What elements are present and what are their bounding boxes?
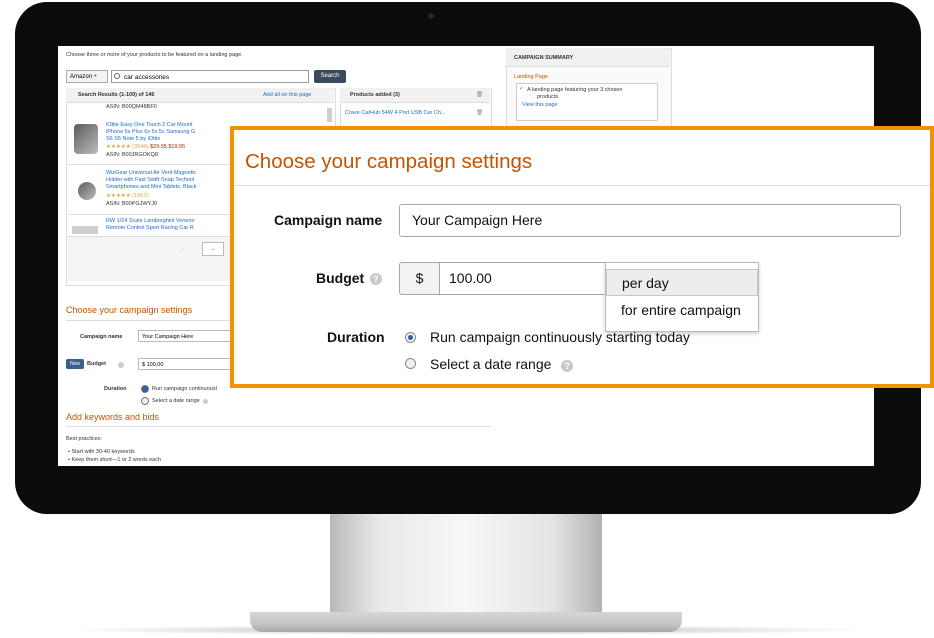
new-badge: New <box>66 359 84 369</box>
radio-date-range[interactable] <box>405 358 416 369</box>
search-input[interactable]: car accessories <box>111 70 309 83</box>
duration-option-1[interactable]: Run campaign continuousl <box>152 386 217 392</box>
rating-stars: ★★★★★ (3544) <box>106 144 149 150</box>
bullet-text: Start with 30-40 keywords <box>71 449 135 455</box>
budget-label: Budget <box>316 270 365 286</box>
info-icon[interactable] <box>118 362 124 368</box>
scrollbar[interactable] <box>327 108 332 122</box>
info-icon[interactable]: ? <box>561 360 573 372</box>
campaign-summary-title: CAMPAIGN SUMMARY <box>514 55 574 61</box>
settings-heading: Choose your campaign settings <box>66 305 193 315</box>
view-page-link[interactable]: View this page <box>522 102 558 108</box>
radio-selected[interactable] <box>141 385 149 393</box>
callout-title: Choose your campaign settings <box>245 150 533 173</box>
duration-option-date-range[interactable]: Select a date range <box>430 356 551 372</box>
price: $29.95 $19.95 <box>150 144 186 150</box>
summary-text: products <box>537 94 559 100</box>
search-button[interactable]: Search <box>314 70 346 83</box>
result-line[interactable]: Remote Control Sport Racing Car R <box>106 225 194 231</box>
result-title[interactable]: iOttie Easy One Touch 2 Car Mount <box>106 122 192 128</box>
trash-icon[interactable]: 🗑 <box>476 92 483 98</box>
trash-icon[interactable]: 🗑 <box>476 110 483 116</box>
camera-icon <box>428 13 434 19</box>
campaign-name-label: Campaign name <box>274 212 383 228</box>
callout-divider <box>234 185 930 186</box>
summary-text: A landing page featuring your 3 chosen <box>527 87 623 93</box>
best-practices-label: Best practices: <box>66 436 103 442</box>
info-icon[interactable] <box>203 399 208 404</box>
asin-text: ASIN: B00QM48BF0 <box>106 104 157 110</box>
result-line[interactable]: Holder with Fast Swift-Snap Technol <box>106 177 194 183</box>
duration-label: Duration <box>104 386 127 392</box>
radio-unselected[interactable] <box>141 397 149 405</box>
bullet-text: Keep them short—1 or 2 words each <box>71 457 162 463</box>
product-thumbnail <box>78 182 96 200</box>
duration-option-2[interactable]: Select a date range <box>152 398 200 404</box>
product-added-item[interactable]: Crave CarHub 54W 4 Port USB Car Ch... <box>345 110 446 116</box>
summary-section-title: Landing Page <box>514 74 548 80</box>
dropdown-option-entire-campaign[interactable]: for entire campaign <box>606 297 758 324</box>
add-all-link[interactable]: Add all on this page <box>263 92 311 98</box>
asin-text: ASIN: B00PGJWYJ0 <box>106 201 158 207</box>
checkmark-icon: ✓ <box>519 86 524 92</box>
bullet-item: • Start with 30-40 keywords <box>68 449 135 455</box>
currency-symbol: $ <box>399 262 439 295</box>
monitor-stand-neck <box>330 512 602 614</box>
campaign-name-field[interactable]: Your Campaign Here <box>138 330 232 342</box>
intro-text: Choose three or more of your products to… <box>66 52 243 58</box>
budget-field[interactable]: $ 100.00 <box>138 358 232 370</box>
bullet-item: • Keep them short—1 or 2 words each <box>68 457 162 463</box>
search-icon <box>114 73 120 79</box>
info-icon[interactable]: ? <box>370 273 382 285</box>
result-line[interactable]: Smartphones and Mini Tablets, Black <box>106 184 196 190</box>
divider <box>66 426 491 427</box>
campaign-name-label: Campaign name <box>80 334 123 340</box>
results-count: Search Results (1-100) of 146 <box>78 92 155 98</box>
result-title[interactable]: RW 1/24 Scale Lamborghini Veneno <box>106 218 195 224</box>
result-line[interactable]: S6 S5 Note 5 by iOttie <box>106 136 160 142</box>
products-added-title: Products added (3) <box>350 92 400 98</box>
budget-input[interactable]: 100.00 <box>439 262 609 295</box>
pager-prev-button[interactable]: ← <box>181 246 187 252</box>
duration-label: Duration <box>327 329 385 345</box>
source-select-value: Amazon <box>70 74 93 80</box>
product-thumbnail <box>72 226 98 234</box>
dropdown-option-per-day[interactable]: per day <box>606 269 758 296</box>
keywords-heading: Add keywords and bids <box>66 412 160 422</box>
result-line[interactable]: iPhone 6s Plus 6s 5s 5c Samsung G <box>106 129 195 135</box>
pager-next-button[interactable]: → <box>202 242 224 256</box>
product-thumbnail <box>74 124 98 154</box>
campaign-name-input[interactable]: Your Campaign Here <box>399 204 901 237</box>
rating-stars: ★★★★★ (1997) <box>106 193 149 199</box>
source-select[interactable]: Amazon ÷ <box>66 70 108 83</box>
asin-text: ASIN: B00JRGOKQ8 <box>106 152 158 158</box>
monitor-stand-base <box>250 612 682 632</box>
result-title[interactable]: WizGear Universal Air Vent Magnetic <box>106 170 196 176</box>
budget-label: Budget <box>87 361 106 367</box>
radio-continuous[interactable] <box>405 332 416 343</box>
